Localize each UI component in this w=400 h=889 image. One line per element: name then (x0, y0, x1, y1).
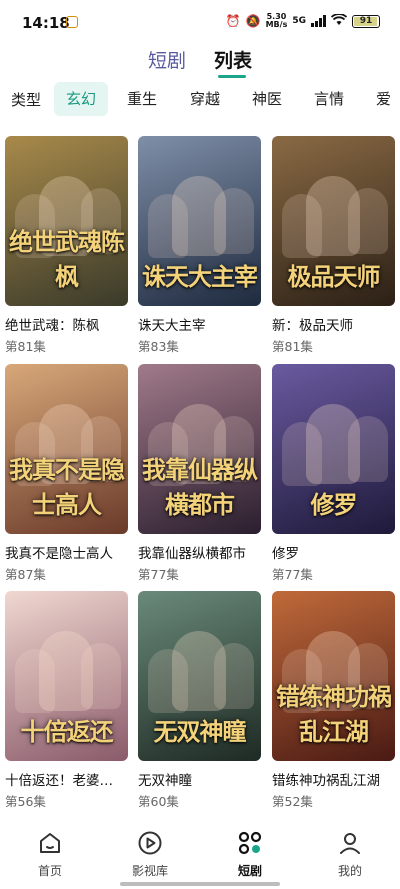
drama-card[interactable]: 绝世武魂陈枫 绝世武魂：陈枫 第81集 (5, 136, 128, 355)
category-shenyi[interactable]: 神医 (240, 82, 294, 116)
drama-episodes: 第87集 (5, 567, 46, 582)
drama-episodes: 第77集 (138, 567, 179, 582)
drama-poster[interactable]: 极品天师 (272, 136, 395, 306)
network-type: 5G (292, 16, 306, 26)
nav-home[interactable]: 首页 (10, 830, 90, 879)
drama-poster[interactable]: 错练神功祸乱江湖 (272, 591, 395, 761)
drama-title: 十倍返还！老婆… (5, 773, 113, 789)
category-label: 类型 (11, 91, 42, 109)
drama-card[interactable]: 我真不是隐士高人 我真不是隐士高人 第87集 (5, 364, 128, 583)
drama-title: 修罗 (272, 546, 299, 562)
drama-poster[interactable]: 我真不是隐士高人 (5, 364, 128, 534)
top-tabs: 短剧 列表 (0, 44, 400, 84)
drama-title: 新：极品天师 (272, 318, 353, 334)
poster-title-art: 我靠仙器纵横都市 (142, 455, 258, 519)
network-speed: 5.30 MB/s (266, 13, 288, 29)
category-yanqing[interactable]: 言情 (302, 82, 356, 116)
drama-episodes: 第60集 (138, 794, 179, 809)
poster-title-art: 十倍返还 (20, 717, 114, 746)
drama-card[interactable]: 诛天大主宰 诛天大主宰 第83集 (138, 136, 261, 355)
home-icon (40, 833, 60, 853)
drama-card[interactable]: 我靠仙器纵横都市 我靠仙器纵横都市 第77集 (138, 364, 261, 583)
drama-card[interactable]: 十倍返还 十倍返还！老婆… 第56集 (5, 591, 128, 810)
drama-poster[interactable]: 无双神瞳 (138, 591, 261, 761)
nav-label: 短剧 (237, 864, 262, 878)
category-chuanyue[interactable]: 穿越 (178, 82, 232, 116)
drama-title: 绝世武魂：陈枫 (5, 318, 100, 334)
drama-poster[interactable]: 诛天大主宰 (138, 136, 261, 306)
drama-title: 无双神瞳 (138, 773, 192, 789)
mute-icon: 🔕 (245, 14, 261, 28)
drama-poster[interactable]: 绝世武魂陈枫 (5, 136, 128, 306)
drama-title: 诛天大主宰 (138, 318, 206, 334)
tab-short-drama[interactable]: 短剧 (148, 46, 186, 73)
tab-active-indicator (218, 75, 246, 78)
drama-episodes: 第81集 (272, 339, 313, 354)
play-icon (138, 831, 162, 855)
app-notification-icon (66, 16, 78, 28)
poster-title-art: 我真不是隐士高人 (9, 455, 125, 519)
drama-poster[interactable]: 我靠仙器纵横都市 (138, 364, 261, 534)
person-icon (340, 833, 360, 854)
category-ai[interactable]: 爱 (364, 82, 400, 116)
drama-title: 我真不是隐士高人 (5, 546, 113, 562)
category-filter: 类型 玄幻 重生 穿越 神医 言情 爱 (0, 80, 400, 120)
drama-card[interactable]: 无双神瞳 无双神瞳 第60集 (138, 591, 261, 810)
poster-title-art: 无双神瞳 (153, 717, 247, 746)
drama-title: 错练神功祸乱江湖 (272, 773, 380, 789)
nav-label: 我的 (337, 864, 362, 878)
poster-title-art: 诛天大主宰 (142, 262, 258, 291)
drama-episodes: 第77集 (272, 567, 313, 582)
drama-episodes: 第83集 (138, 339, 179, 354)
signal-icon (311, 15, 326, 27)
nav-library[interactable]: 影视库 (110, 830, 190, 879)
nav-label: 首页 (37, 864, 62, 878)
alarm-icon: ⏰ (225, 14, 241, 28)
drama-episodes: 第81集 (5, 339, 46, 354)
drama-title: 我靠仙器纵横都市 (138, 546, 246, 562)
category-chongsheng[interactable]: 重生 (115, 82, 169, 116)
wifi-icon (330, 12, 348, 29)
category-xuanhuan[interactable]: 玄幻 (54, 82, 109, 116)
drama-poster[interactable]: 修罗 (272, 364, 395, 534)
drama-episodes: 第56集 (5, 794, 46, 809)
drama-card[interactable]: 错练神功祸乱江湖 错练神功祸乱江湖 第52集 (272, 591, 395, 810)
drama-poster[interactable]: 十倍返还 (5, 591, 128, 761)
network-speed-unit: MB/s (265, 20, 288, 29)
poster-title-art: 修罗 (310, 490, 358, 519)
poster-title-art: 极品天师 (287, 262, 381, 291)
drama-card[interactable]: 修罗 修罗 第77集 (272, 364, 395, 583)
bottom-navigation: 首页 影视库 短剧 我的 (0, 816, 400, 889)
battery-level: 91 (359, 16, 373, 26)
nav-profile[interactable]: 我的 (310, 830, 390, 879)
tab-list[interactable]: 列表 (214, 46, 252, 73)
status-bar: 14:18 ⏰ 🔕 5.30 MB/s 5G 91 (0, 0, 400, 44)
nav-short-drama[interactable]: 短剧 (210, 830, 290, 879)
status-icons: ⏰ 🔕 5.30 MB/s 5G 91 (226, 13, 380, 29)
status-time: 14:18 (22, 14, 70, 32)
drama-episodes: 第52集 (272, 794, 313, 809)
drama-card[interactable]: 极品天师 新：极品天师 第81集 (272, 136, 395, 355)
home-indicator[interactable] (120, 882, 280, 886)
nav-label: 影视库 (131, 864, 168, 878)
poster-title-art: 错练神功祸乱江湖 (276, 682, 392, 746)
grid-icon (238, 831, 262, 855)
poster-title-art: 绝世武魂陈枫 (9, 227, 125, 291)
battery-icon: 91 (352, 14, 380, 28)
